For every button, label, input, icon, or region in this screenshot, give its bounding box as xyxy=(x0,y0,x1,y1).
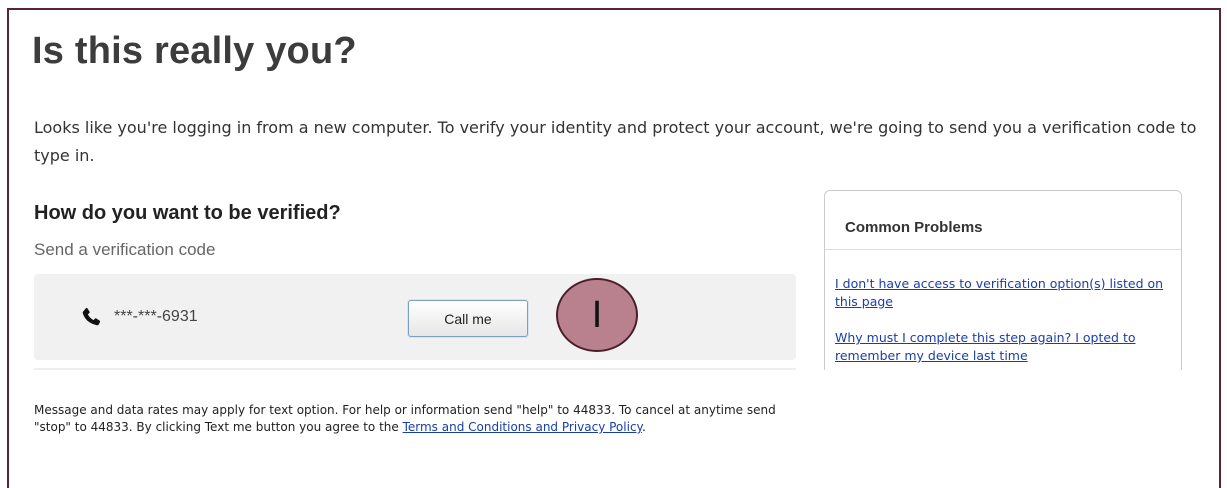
no-access-link[interactable]: I don't have access to verification opti… xyxy=(835,275,1180,311)
remember-device-link[interactable]: Why must I complete this step again? I o… xyxy=(835,329,1180,365)
page-title: Is this really you? xyxy=(32,30,357,72)
masked-phone-number: ***-***-6931 xyxy=(114,308,198,325)
phone-icon xyxy=(82,307,101,326)
common-problems-title: Common Problems xyxy=(845,219,983,236)
terms-privacy-link[interactable]: Terms and Conditions and Privacy Policy xyxy=(403,420,642,434)
common-problems-box: Common Problems I don't have access to v… xyxy=(824,190,1182,370)
verification-method-heading: How do you want to be verified? xyxy=(34,202,341,224)
call-me-button[interactable]: Call me xyxy=(408,300,528,337)
step-marker-badge: I xyxy=(556,278,638,352)
intro-text: Looks like you're logging in from a new … xyxy=(34,118,1197,165)
verification-method-subheading: Send a verification code xyxy=(34,240,216,259)
common-problems-divider xyxy=(825,249,1181,250)
disclaimer-suffix: . xyxy=(641,420,646,434)
rates-disclaimer: Message and data rates may apply for tex… xyxy=(34,402,794,436)
panel-divider xyxy=(34,368,796,370)
